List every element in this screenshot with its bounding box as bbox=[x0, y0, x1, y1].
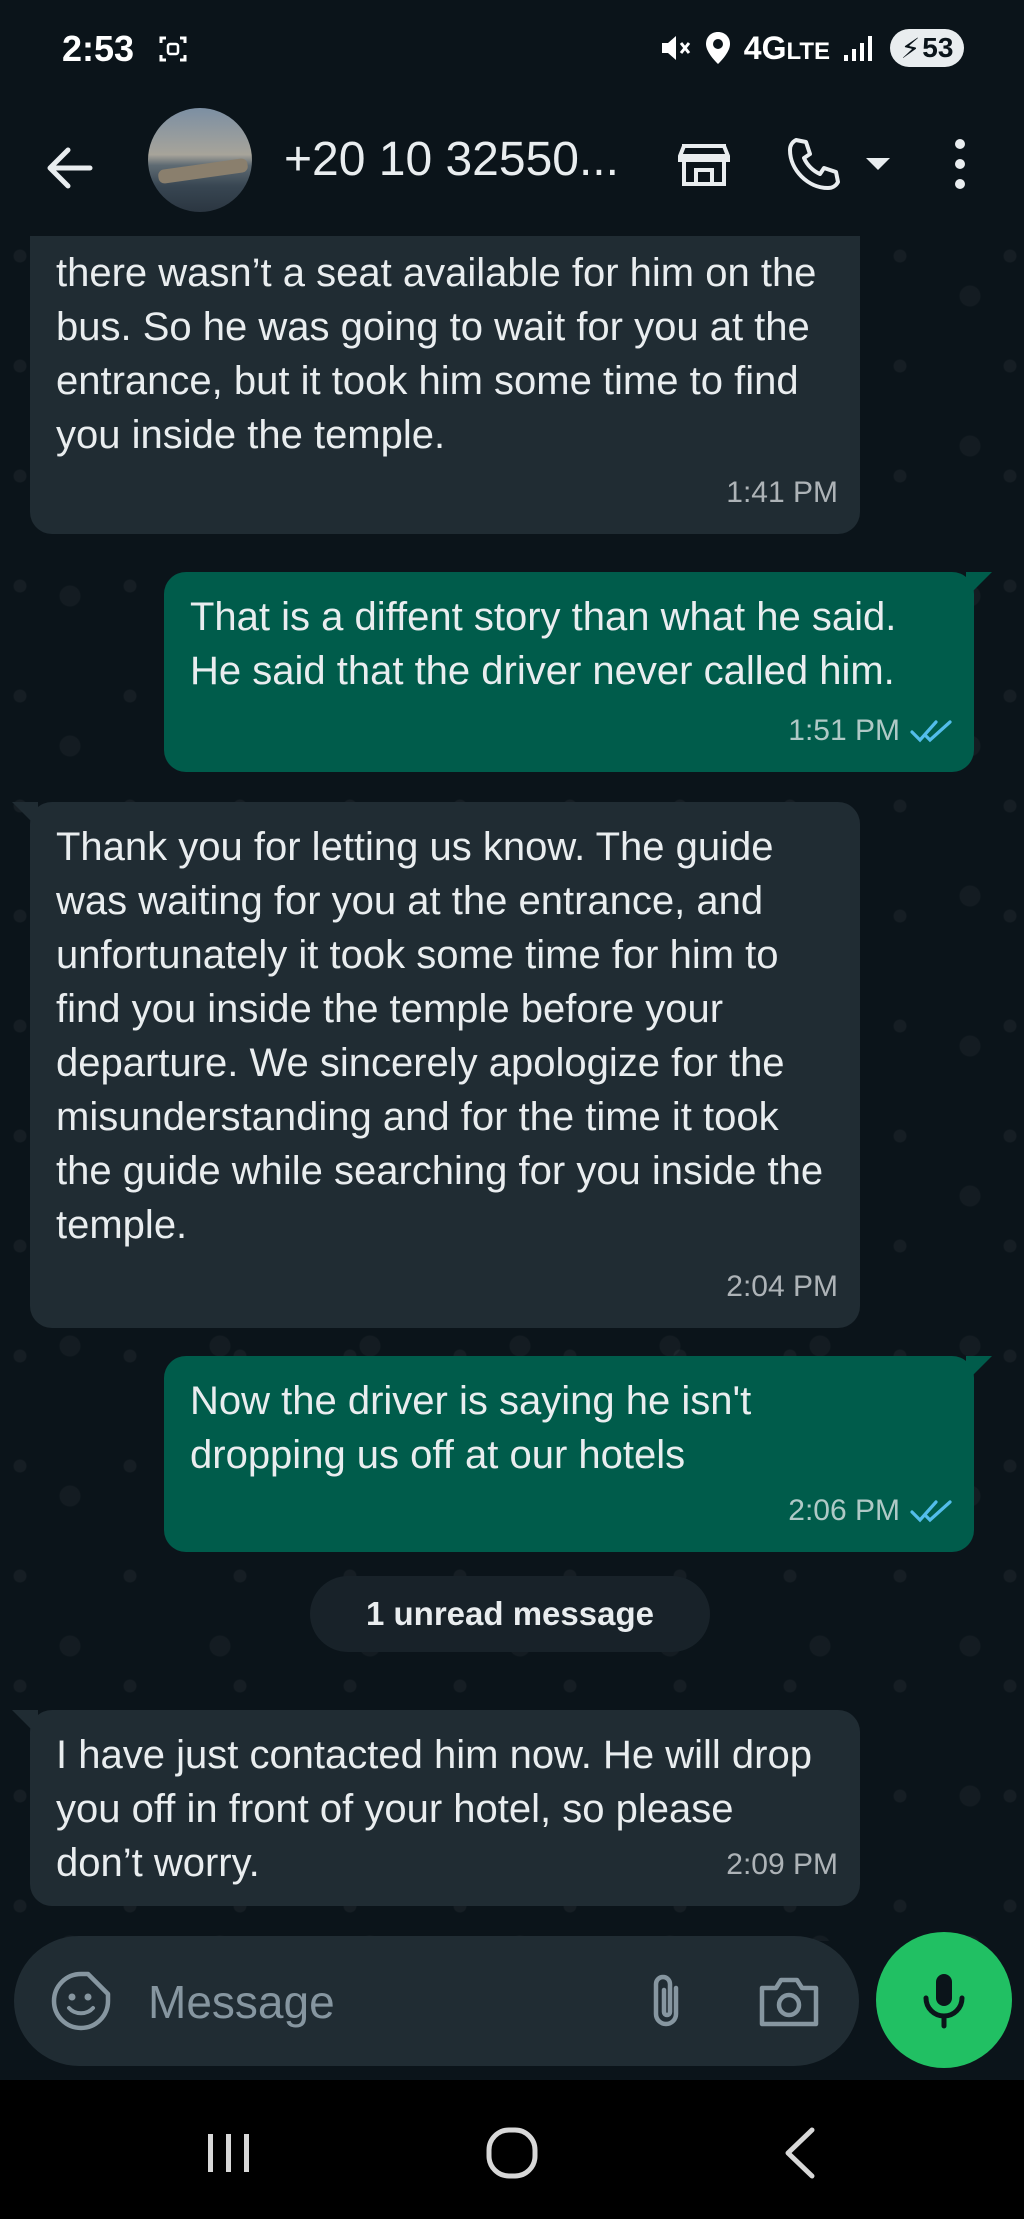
back-arrow-icon[interactable] bbox=[40, 138, 100, 198]
contact-avatar[interactable] bbox=[148, 108, 252, 212]
system-nav-bar bbox=[0, 2080, 1024, 2219]
status-time: 2:53 bbox=[62, 28, 135, 69]
paperclip-icon[interactable] bbox=[634, 1966, 704, 2036]
location-icon bbox=[705, 32, 730, 64]
message-input[interactable] bbox=[146, 1966, 620, 2038]
charging-icon: ⚡ bbox=[900, 32, 921, 64]
message-outgoing[interactable]: Now the driver is saying he isn't droppi… bbox=[164, 1356, 992, 1552]
mute-vibrate-icon bbox=[661, 36, 690, 60]
message-incoming[interactable]: there wasn’t a seat available for him on… bbox=[30, 236, 860, 534]
message-text: Thank you for letting us know. The guide… bbox=[56, 825, 824, 1247]
double-check-icon bbox=[910, 720, 952, 743]
message-time: 1:41 PM bbox=[726, 476, 838, 509]
contact-name[interactable]: +20 10 32550... bbox=[284, 132, 619, 187]
message-meta: 2:09 PM bbox=[726, 1838, 838, 1892]
phone-icon[interactable] bbox=[782, 132, 846, 196]
unread-divider: 1 unread message bbox=[310, 1576, 710, 1652]
message-composer bbox=[14, 1936, 859, 2066]
chat-area[interactable]: there wasn’t a seat available for him on… bbox=[0, 236, 1024, 1941]
camera-icon[interactable] bbox=[754, 1968, 824, 2034]
unread-divider-label: 1 unread message bbox=[366, 1595, 654, 1632]
recent-apps-icon[interactable] bbox=[194, 2118, 264, 2188]
signal-icon bbox=[844, 36, 872, 61]
message-text: there wasn’t a seat available for him on… bbox=[56, 251, 817, 457]
message-time: 2:04 PM bbox=[726, 1270, 838, 1303]
message-time: 2:09 PM bbox=[726, 1848, 838, 1881]
network-label: 4GLTE bbox=[743, 29, 830, 66]
bubble-tail bbox=[12, 1710, 38, 1736]
more-vert-icon[interactable] bbox=[928, 132, 992, 196]
message-text: I have just contacted him now. He will d… bbox=[56, 1733, 812, 1885]
bubble-tail bbox=[966, 572, 992, 598]
message-meta: 2:06 PM bbox=[788, 1484, 952, 1538]
chat-header: +20 10 32550... bbox=[0, 108, 1024, 236]
screenshot-icon bbox=[159, 36, 187, 62]
message-meta: 2:04 PM bbox=[726, 1260, 838, 1314]
sticker-emoji-icon[interactable] bbox=[50, 1970, 112, 2032]
message-meta: 1:41 PM bbox=[726, 466, 838, 520]
message-incoming[interactable]: Thank you for letting us know. The guide… bbox=[12, 802, 860, 1328]
message-text: That is a diffent story than what he sai… bbox=[190, 595, 897, 693]
bubble-tail bbox=[12, 802, 38, 828]
message-text: Now the driver is saying he isn't droppi… bbox=[190, 1379, 752, 1477]
chevron-down-icon[interactable] bbox=[858, 132, 898, 196]
status-bar: 2:53 4GLTE ⚡ 53 bbox=[0, 0, 1024, 110]
back-nav-icon[interactable] bbox=[766, 2118, 836, 2188]
store-icon[interactable] bbox=[672, 132, 736, 196]
message-meta: 1:51 PM bbox=[788, 704, 952, 758]
home-icon[interactable] bbox=[477, 2118, 547, 2188]
double-check-icon bbox=[910, 1500, 952, 1523]
mic-icon bbox=[923, 1974, 965, 2029]
message-time: 2:06 PM bbox=[788, 1494, 900, 1527]
mic-button[interactable] bbox=[876, 1932, 1012, 2068]
message-outgoing[interactable]: That is a diffent story than what he sai… bbox=[164, 572, 992, 772]
battery-indicator: ⚡ 53 bbox=[890, 29, 964, 67]
message-incoming[interactable]: I have just contacted him now. He will d… bbox=[12, 1710, 860, 1906]
bubble-tail bbox=[966, 1356, 992, 1382]
message-time: 1:51 PM bbox=[788, 714, 900, 747]
status-indicators: 4GLTE ⚡ 53 bbox=[658, 26, 964, 70]
